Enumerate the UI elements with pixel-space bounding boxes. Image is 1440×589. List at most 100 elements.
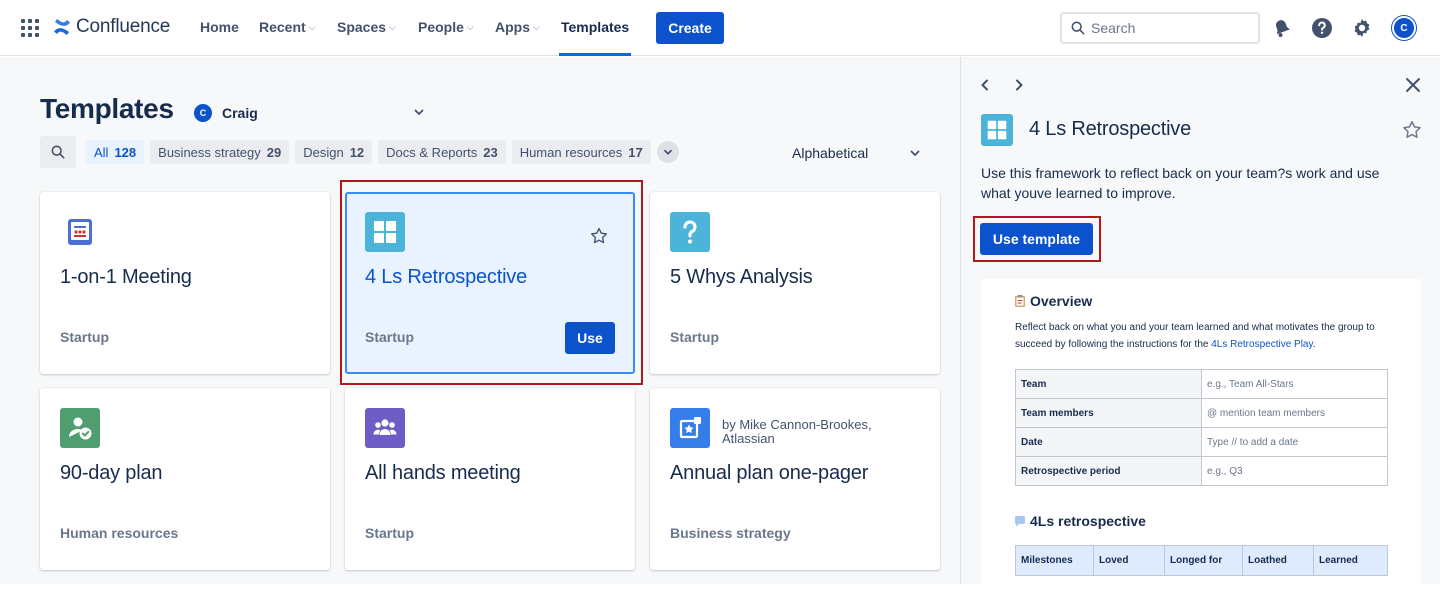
overview-text-end: . <box>1312 339 1316 350</box>
template-card-5-whys-analysis[interactable]: 5 Whys Analysis Startup <box>650 192 940 374</box>
settings-gear-icon[interactable] <box>1350 16 1374 40</box>
nav-apps-label: Apps <box>495 19 530 35</box>
panel-description: Use this framework to reflect back on yo… <box>981 165 1380 201</box>
nav-people[interactable]: People ⌵ <box>418 19 474 35</box>
grid-icon <box>981 114 1013 146</box>
overview-heading-text: Overview <box>1030 293 1093 309</box>
card-category: Business strategy <box>670 525 791 541</box>
template-card-1-on-1-meeting[interactable]: 1-on-1 Meeting Startup <box>40 192 330 374</box>
retrospective-play-link[interactable]: 4Ls Retrospective Play <box>1211 339 1313 350</box>
nav-templates-label: Templates <box>561 19 630 35</box>
card-title: Annual plan one-pager <box>670 462 869 484</box>
profile-avatar[interactable]: C <box>1392 16 1416 40</box>
table-value[interactable]: @ mention team members <box>1201 398 1388 428</box>
chevron-down-icon: ⌵ <box>466 22 474 32</box>
overview-text-part: Reflect back on what you and your team l… <box>1015 322 1375 350</box>
nav-home[interactable]: Home <box>200 19 239 35</box>
use-template-button[interactable]: Use template <box>980 223 1093 255</box>
nav-apps[interactable]: Apps ⌵ <box>495 19 540 35</box>
filter-label: Design <box>303 144 344 160</box>
card-category: Startup <box>60 329 109 345</box>
space-avatar: C <box>194 104 212 122</box>
chevron-down-icon: ⌵ <box>389 22 396 32</box>
chevron-right-icon[interactable] <box>1009 75 1029 95</box>
team-info-table: Team e.g., Team All-Stars Team members @… <box>1015 369 1388 486</box>
confluence-logo[interactable]: Confluence <box>52 16 170 38</box>
star-board-icon <box>670 408 710 448</box>
nav-spaces-label: Spaces <box>337 19 387 35</box>
template-card-4-ls-retrospective[interactable]: 4 Ls Retrospective Startup Use <box>345 192 635 374</box>
card-title: 1-on-1 Meeting <box>60 266 192 288</box>
filter-chip-business-strategy[interactable]: Business strategy 29 <box>150 140 290 164</box>
nav-recent[interactable]: Recent ⌵ <box>259 19 316 35</box>
search-icon <box>51 145 65 159</box>
nav-people-label: People <box>418 19 464 35</box>
space-select[interactable]: C Craig <box>194 101 434 125</box>
table-value[interactable]: e.g., Q3 <box>1201 456 1388 486</box>
table-key: Retrospective period <box>1015 456 1202 486</box>
grid-icon <box>365 212 405 252</box>
table-header: Loved <box>1093 545 1165 576</box>
help-icon[interactable] <box>1310 16 1334 40</box>
filter-search-button[interactable] <box>40 136 76 168</box>
card-category: Startup <box>365 329 414 345</box>
top-navigation: Confluence Home Recent ⌵ Spaces ⌵ People… <box>0 0 1440 56</box>
retro-table: Milestones Loved Longed for Loathed Lear… <box>1015 545 1388 576</box>
sort-label: Alphabetical <box>792 145 869 161</box>
table-row: Date Type // to add a date <box>1015 427 1388 457</box>
card-author: by Mike Cannon-Brookes, Atlassian <box>722 417 872 446</box>
more-filters-button[interactable] <box>656 141 679 163</box>
chevron-down-icon <box>910 150 920 156</box>
create-button[interactable]: Create <box>656 12 724 44</box>
retro-heading: 4Ls retrospective <box>1013 513 1146 529</box>
filter-count: 12 <box>349 144 365 160</box>
table-header-row: Milestones Loved Longed for Loathed Lear… <box>1015 545 1388 576</box>
close-icon[interactable] <box>1401 73 1425 97</box>
table-header: Loathed <box>1242 545 1314 576</box>
filter-chip-all[interactable]: All 128 <box>86 140 145 164</box>
use-button[interactable]: Use <box>565 322 615 354</box>
card-title: 5 Whys Analysis <box>670 266 813 288</box>
card-title: All hands meeting <box>365 462 521 484</box>
nav-templates[interactable]: Templates <box>561 19 629 35</box>
chevron-down-icon: ⌵ <box>308 22 316 32</box>
search-input[interactable] <box>1091 20 1251 36</box>
logo-text: Confluence <box>76 16 171 37</box>
table-row: Team e.g., Team All-Stars <box>1015 369 1388 399</box>
table-value[interactable]: e.g., Team All-Stars <box>1201 369 1388 399</box>
nav-spaces[interactable]: Spaces ⌵ <box>337 19 396 35</box>
nav-recent-label: Recent <box>259 19 306 35</box>
sort-select[interactable]: Alphabetical <box>784 142 924 164</box>
search-box[interactable] <box>1060 12 1260 44</box>
filter-count: 29 <box>266 144 282 160</box>
template-card-90-day-plan[interactable]: 90-day plan Human resources <box>40 388 330 570</box>
table-header: Learned <box>1313 545 1388 576</box>
filter-count: 23 <box>483 144 498 160</box>
chevron-left-icon[interactable] <box>975 75 995 95</box>
filter-chip-human-resources[interactable]: Human resources 17 <box>511 140 651 164</box>
app-switcher-icon[interactable] <box>21 19 39 37</box>
table-row: Retrospective period e.g., Q3 <box>1015 456 1388 486</box>
person-check-icon <box>60 408 100 448</box>
filter-label: Human resources <box>519 144 623 160</box>
chevron-down-icon: ⌵ <box>533 22 540 32</box>
people-icon <box>365 408 405 448</box>
template-card-all-hands-meeting[interactable]: All hands meeting Startup <box>345 388 635 570</box>
speech-bubble-icon <box>1015 516 1025 527</box>
nav-active-indicator <box>559 53 631 56</box>
filter-chip-docs-reports[interactable]: Docs & Reports 23 <box>378 140 506 164</box>
filter-chip-design[interactable]: Design 12 <box>295 140 373 164</box>
card-category: Human resources <box>60 525 179 541</box>
filter-label: All <box>94 144 109 160</box>
templates-gallery: Templates C Craig All 128 Business strat… <box>0 57 960 584</box>
meeting-board-icon <box>60 212 100 252</box>
retro-heading-text: 4Ls retrospective <box>1030 513 1146 529</box>
table-value[interactable]: Type // to add a date <box>1201 427 1388 457</box>
notifications-icon[interactable] <box>1270 16 1294 40</box>
template-card-annual-plan-one-pager[interactable]: by Mike Cannon-Brookes, Atlassian Annual… <box>650 388 940 570</box>
question-icon <box>670 212 710 252</box>
star-icon[interactable] <box>589 226 609 246</box>
confluence-logo-icon <box>54 19 70 35</box>
star-icon[interactable] <box>1401 119 1423 141</box>
filter-label: Docs & Reports <box>386 144 478 160</box>
